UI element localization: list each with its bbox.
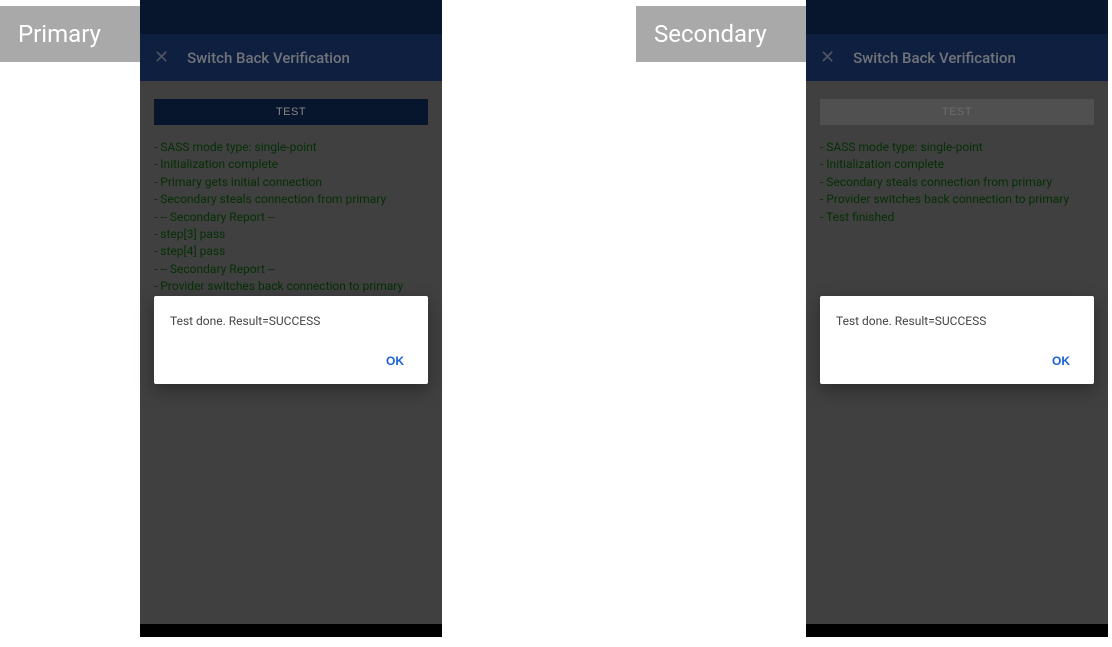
secondary-device: ✕ Switch Back Verification TEST SASS mod… xyxy=(806,0,1108,637)
page-title: Switch Back Verification xyxy=(187,49,350,67)
content-area: TEST SASS mode type: single-point Initia… xyxy=(806,81,1108,226)
log-line: Provider switches back connection to pri… xyxy=(820,191,1094,208)
status-bar xyxy=(806,0,1108,34)
log-line: SASS mode type: single-point xyxy=(820,139,1094,156)
log-list: SASS mode type: single-point Initializat… xyxy=(820,139,1094,226)
log-line: Primary gets initial connection xyxy=(154,174,428,191)
ok-button[interactable]: OK xyxy=(378,348,412,374)
ok-button[interactable]: OK xyxy=(1044,348,1078,374)
log-line: Secondary steals connection from primary xyxy=(154,191,428,208)
result-dialog: Test done. Result=SUCCESS OK xyxy=(154,296,428,384)
log-line: Secondary steals connection from primary xyxy=(820,174,1094,191)
primary-device: ✕ Switch Back Verification TEST SASS mod… xyxy=(140,0,442,637)
nav-bar xyxy=(806,624,1108,637)
result-dialog: Test done. Result=SUCCESS OK xyxy=(820,296,1094,384)
test-button[interactable]: TEST xyxy=(154,99,428,125)
app-bar: ✕ Switch Back Verification xyxy=(140,34,442,81)
log-line: -- Secondary Report -- xyxy=(154,261,428,278)
log-line: Test finished xyxy=(820,209,1094,226)
dialog-message: Test done. Result=SUCCESS xyxy=(170,314,412,328)
status-bar xyxy=(140,0,442,34)
log-line: Provider switches back connection to pri… xyxy=(154,278,428,295)
device-label-secondary: Secondary xyxy=(636,6,806,62)
log-line: Initialization complete xyxy=(154,156,428,173)
dialog-message: Test done. Result=SUCCESS xyxy=(836,314,1078,328)
close-icon[interactable]: ✕ xyxy=(820,49,835,67)
test-button[interactable]: TEST xyxy=(820,99,1094,125)
log-line: SASS mode type: single-point xyxy=(154,139,428,156)
device-label-primary: Primary xyxy=(0,6,140,62)
log-line: step[4] pass xyxy=(154,243,428,260)
log-list: SASS mode type: single-point Initializat… xyxy=(154,139,428,313)
log-line: -- Secondary Report -- xyxy=(154,209,428,226)
app-bar: ✕ Switch Back Verification xyxy=(806,34,1108,81)
log-line: step[3] pass xyxy=(154,226,428,243)
content-area: TEST SASS mode type: single-point Initia… xyxy=(140,81,442,313)
page-title: Switch Back Verification xyxy=(853,49,1016,67)
log-line: Initialization complete xyxy=(820,156,1094,173)
nav-bar xyxy=(140,624,442,637)
close-icon[interactable]: ✕ xyxy=(154,49,169,67)
